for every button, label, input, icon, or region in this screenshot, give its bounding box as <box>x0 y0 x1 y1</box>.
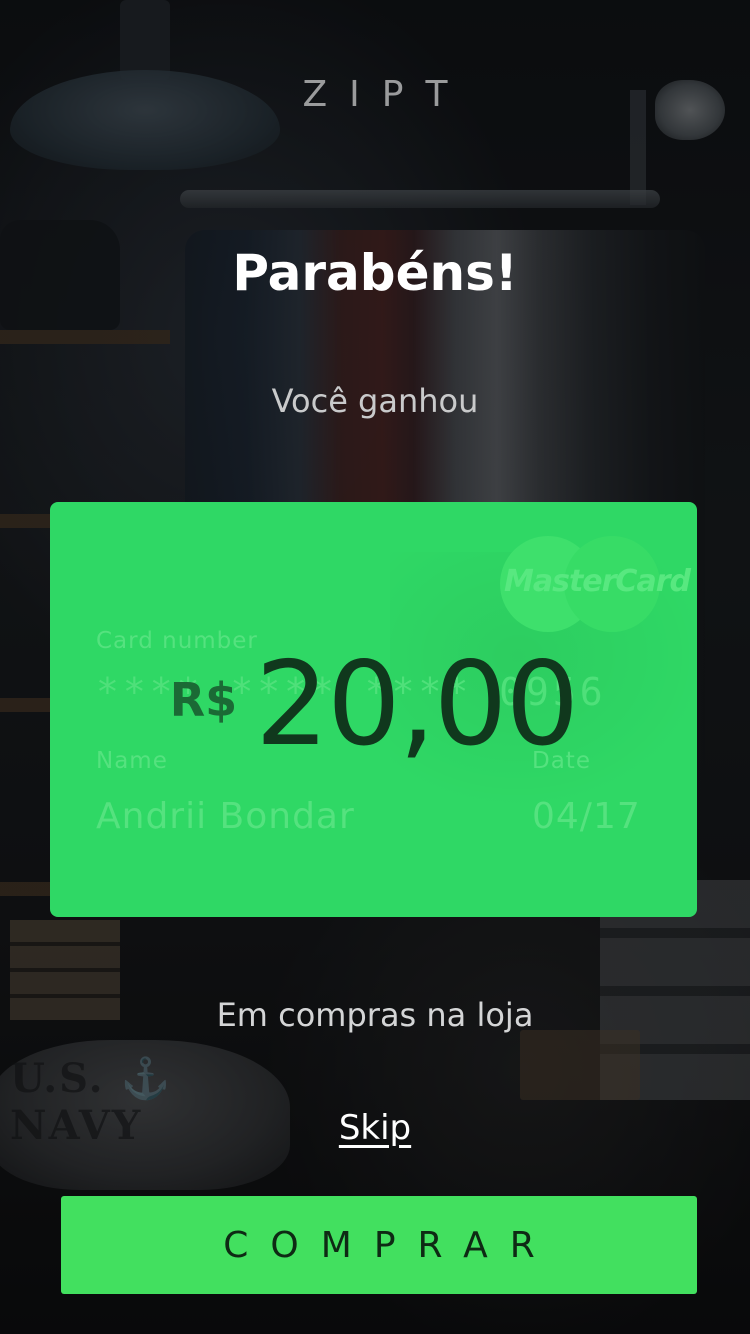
promo-screen: U.S. ⚓ NAVY ZIPT Parabéns! Você ganhou M… <box>0 0 750 1334</box>
buy-button[interactable]: COMPRAR <box>61 1196 697 1294</box>
card-holder-name: Andrii Bondar <box>96 796 355 837</box>
reward-amount: R$ 20,00 <box>50 637 697 772</box>
subtitle: Você ganhou <box>271 382 479 420</box>
brand-logo: ZIPT <box>302 74 470 115</box>
mastercard-logo-text: MasterCard <box>504 564 691 599</box>
mastercard-logo-icon: MasterCard <box>500 536 691 632</box>
page-title: Parabéns! <box>232 244 518 302</box>
amount-value: 20,00 <box>255 637 579 772</box>
skip-link[interactable]: Skip <box>300 1108 450 1148</box>
card-expiry-date: 04/17 <box>532 796 641 837</box>
currency-symbol: R$ <box>169 673 238 727</box>
gift-card: MasterCard Card number **** **** **** 09… <box>50 502 697 917</box>
reward-note: Em compras na loja <box>216 996 534 1034</box>
